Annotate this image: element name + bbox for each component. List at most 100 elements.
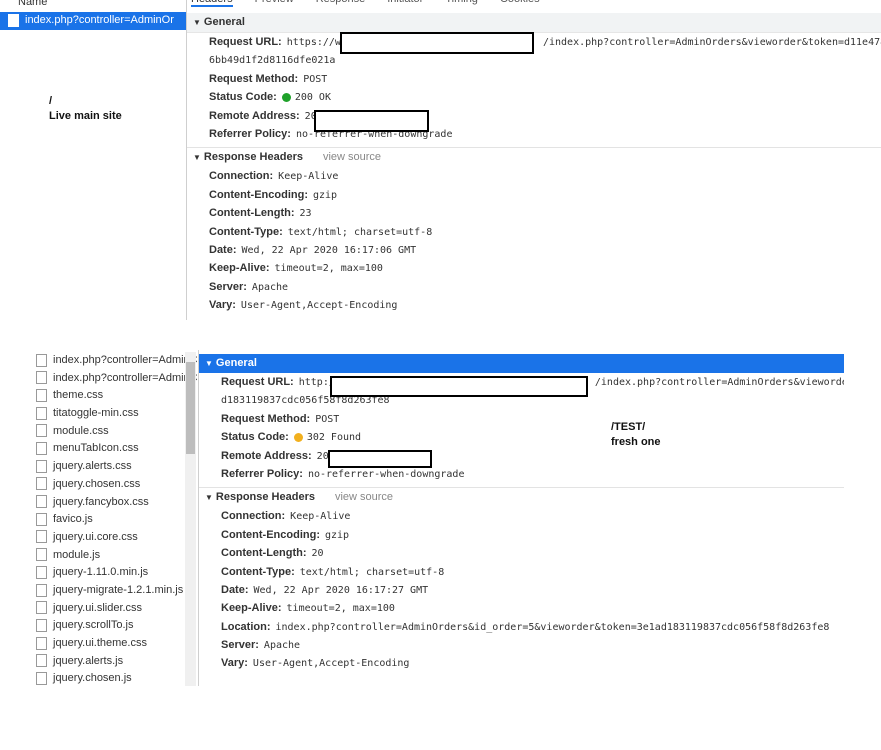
tab-timing[interactable]: Timing [445, 0, 478, 5]
request-list-item[interactable]: titatoggle-min.css [28, 405, 198, 423]
request-url-row: Request URL: https://www/index.php?contro… [209, 36, 881, 48]
request-list-item[interactable]: module.js [28, 547, 198, 565]
scrollbar-thumb[interactable] [186, 362, 195, 454]
expand-triangle-icon: ▼ [205, 493, 213, 503]
header-value: text/html; charset=utf-8 [299, 566, 445, 578]
file-icon [36, 353, 47, 367]
tab-response[interactable]: Response [316, 0, 366, 5]
redaction-box [328, 450, 432, 468]
request-name: jquery.chosen.css [53, 477, 141, 490]
file-icon [36, 424, 47, 438]
referrer-policy-row: Referrer Policy: no-referrer-when-downgra… [209, 127, 453, 140]
response-header-row: Vary: User-Agent,Accept-Encoding [187, 296, 881, 314]
file-icon [8, 13, 19, 27]
header-value: User-Agent,Accept-Encoding [252, 658, 410, 670]
annotation-live: / Live main site [49, 94, 122, 124]
request-name: jquery.ui.theme.css [53, 637, 147, 649]
request-list-item[interactable]: jquery.ui.slider.css [28, 600, 198, 618]
file-icon [36, 654, 47, 668]
request-list-item[interactable]: index.php?controller=AdminC [28, 370, 198, 388]
tab-cookies[interactable]: Cookies [500, 0, 540, 5]
request-list-item[interactable]: jquery-1.11.0.min.js [28, 564, 198, 582]
request-list-item[interactable]: jquery.scrollTo.js [28, 617, 198, 635]
request-list-item[interactable]: jquery.chosen.js [28, 670, 198, 686]
details-pane: Headers Preview Response Initiator Timing Coo… [187, 0, 881, 320]
redaction-box [314, 110, 429, 132]
tab-initiator[interactable]: Initiator [387, 0, 423, 5]
request-name: index.php?controller=AdminC [53, 354, 198, 366]
file-list-scrollbar[interactable] [185, 352, 196, 686]
header-value: 23 [299, 208, 312, 220]
request-list-item[interactable]: jquery.alerts.js [28, 653, 198, 671]
devtools-panel-test: index.php?controller=AdminC index.php?con… [8, 350, 844, 686]
file-icon [36, 459, 47, 473]
request-list-item[interactable]: theme.css [28, 387, 198, 405]
view-source-link[interactable]: view source [323, 151, 381, 163]
general-section-header[interactable]: ▼ General [199, 354, 844, 373]
remote-address-row: Remote Address:208 [209, 109, 323, 122]
header-value: gzip [312, 189, 338, 201]
request-list-item[interactable]: menuTabIcon.css [28, 440, 198, 458]
file-icon [36, 636, 47, 650]
request-name: theme.css [53, 389, 104, 402]
expand-triangle-icon: ▼ [193, 18, 201, 27]
header-name: Server: [221, 639, 259, 652]
request-name: module.js [53, 548, 101, 561]
response-header-row: Content-Encoding: gzip [199, 526, 844, 544]
request-name: menuTabIcon.css [53, 442, 139, 455]
header-value: gzip [324, 529, 350, 541]
file-icon [36, 512, 47, 526]
request-list-item[interactable]: jquery-migrate-1.2.1.min.js [28, 582, 198, 600]
file-icon [36, 548, 47, 562]
request-list-item[interactable]: jquery.chosen.css [28, 476, 198, 494]
request-list-item[interactable]: favico.js [28, 511, 198, 529]
request-method-row: Request Method: POST [209, 72, 328, 85]
header-name: Connection: [221, 510, 286, 523]
redaction-box [330, 376, 588, 397]
header-value: Wed, 22 Apr 2020 16:17:27 GMT [253, 584, 429, 596]
general-section-header[interactable]: ▼ General [187, 13, 881, 33]
request-method-row: Request Method: POST [221, 412, 340, 425]
response-headers-section-header[interactable]: ▼ Response Headers view source [199, 488, 844, 507]
request-list-item[interactable]: index.php?controller=AdminC [28, 352, 198, 370]
request-name: module.css [53, 424, 109, 437]
tab-headers[interactable]: Headers [191, 0, 233, 7]
response-header-row: Date: Wed, 22 Apr 2020 16:17:27 GMT [199, 581, 844, 599]
file-icon [36, 388, 47, 402]
request-name: jquery.ui.slider.css [53, 601, 143, 614]
annotation-line: Live main site [49, 110, 122, 122]
file-icon [36, 565, 47, 579]
header-value: Apache [251, 281, 289, 293]
status-code-row: Status Code: 302 Found [221, 431, 362, 444]
request-list-item[interactable]: index.php?controller=AdminOr [0, 12, 186, 30]
header-value: Apache [263, 640, 301, 652]
view-source-link[interactable]: view source [335, 491, 393, 503]
header-name: Content-Type: [209, 225, 283, 238]
response-header-row: Date: Wed, 22 Apr 2020 16:17:06 GMT [187, 241, 881, 259]
request-list-item[interactable]: jquery.ui.core.css [28, 529, 198, 547]
file-list: index.php?controller=AdminC index.php?con… [28, 352, 198, 686]
response-header-row: Connection: Keep-Alive [187, 167, 881, 185]
response-header-row: Keep-Alive: timeout=2, max=100 [199, 599, 844, 617]
name-column-header[interactable]: Name [0, 0, 186, 8]
request-list-item[interactable]: module.css [28, 423, 198, 441]
header-name: Date: [221, 583, 249, 596]
request-name: jquery-1.11.0.min.js [53, 566, 149, 579]
header-name: Content-Type: [221, 565, 295, 578]
request-name: index.php?controller=AdminC [53, 371, 198, 384]
response-headers-section-header[interactable]: ▼ Response Headers view source [187, 148, 881, 167]
request-list-item[interactable]: jquery.fancybox.css [28, 494, 198, 512]
header-name: Content-Length: [209, 207, 295, 220]
request-list-item[interactable]: jquery.ui.theme.css [28, 635, 198, 653]
response-header-row: Server: Apache [187, 278, 881, 296]
response-header-row: Vary: User-Agent,Accept-Encoding [199, 654, 844, 672]
request-url-continued: 6bb49d1f2d8116dfe021a [209, 55, 336, 67]
header-value: text/html; charset=utf-8 [287, 226, 433, 238]
file-icon [36, 495, 47, 509]
header-name: Keep-Alive: [209, 262, 270, 275]
header-value: 20 [311, 548, 324, 560]
response-header-row: Content-Length: 23 [187, 204, 881, 222]
tab-preview[interactable]: Preview [255, 0, 294, 5]
request-list-item[interactable]: jquery.alerts.css [28, 458, 198, 476]
referrer-policy-row: Referrer Policy: no-referrer-when-downgra… [221, 467, 465, 480]
